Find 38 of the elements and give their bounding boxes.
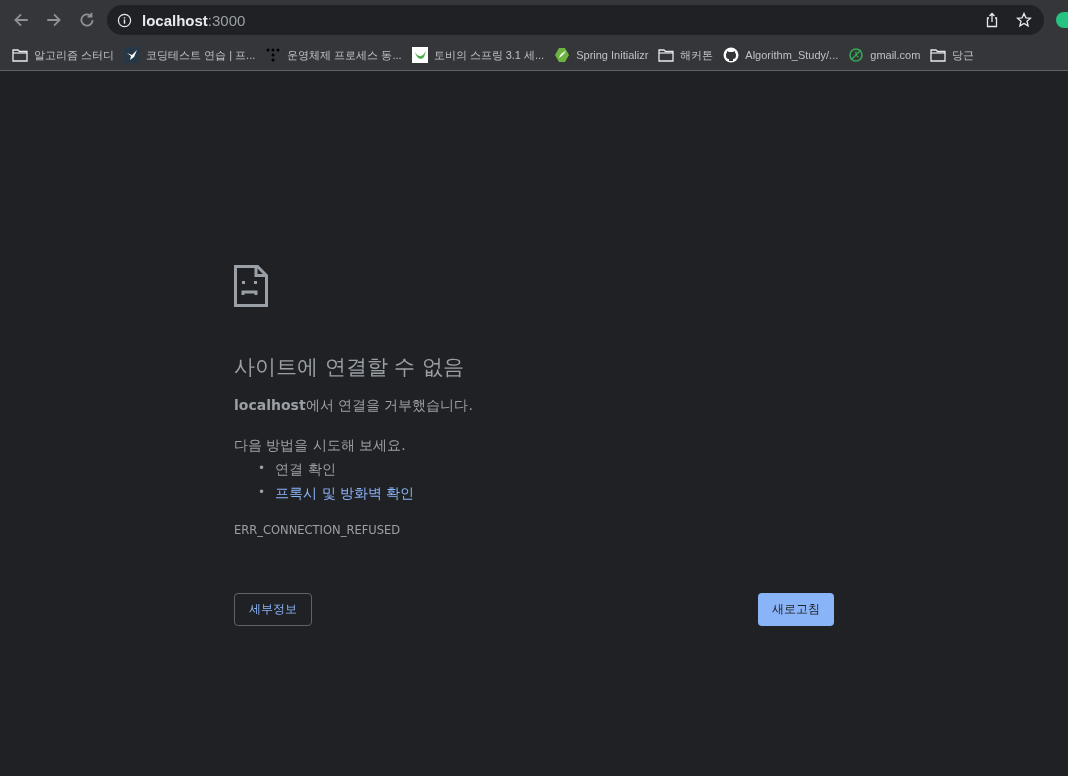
bookmark-item[interactable]: 당근 bbox=[930, 47, 975, 63]
bookmark-item[interactable]: 알고리즘 스터디 bbox=[12, 47, 115, 63]
suggestion-text: 연결 확인 bbox=[275, 461, 336, 479]
error-message: localhost에서 연결을 거부했습니다. bbox=[234, 397, 474, 415]
site-icon bbox=[554, 47, 571, 63]
bookmark-item[interactable]: 해커톤 bbox=[658, 47, 714, 63]
extension-icon[interactable] bbox=[1056, 12, 1068, 28]
share-icon[interactable] bbox=[984, 12, 1000, 28]
info-icon[interactable] bbox=[117, 12, 132, 28]
error-title: 사이트에 연결할 수 없음 bbox=[234, 354, 466, 381]
bookmark-item[interactable]: Algorithm_Study/... bbox=[723, 47, 839, 63]
details-button[interactable]: 세부정보 bbox=[234, 593, 312, 626]
site-icon bbox=[723, 47, 740, 63]
error-code: ERR_CONNECTION_REFUSED bbox=[234, 523, 402, 537]
bookmark-item[interactable]: gmail.com bbox=[848, 47, 921, 63]
url-text: localhost:3000 bbox=[142, 11, 246, 29]
bookmark-item[interactable]: Spring Initializr bbox=[554, 47, 649, 63]
site-icon bbox=[411, 47, 428, 63]
folder-icon bbox=[930, 47, 947, 63]
folder-icon bbox=[658, 47, 675, 63]
forward-icon[interactable] bbox=[45, 11, 63, 29]
bullet: • bbox=[258, 485, 266, 501]
reload-button[interactable]: 새로고침 bbox=[758, 593, 834, 626]
folder-icon bbox=[12, 47, 28, 63]
site-icon bbox=[124, 47, 141, 63]
star-icon[interactable] bbox=[1016, 12, 1032, 28]
bookmark-item[interactable]: 코딩테스트 연습 | 프... bbox=[124, 47, 256, 63]
back-icon[interactable] bbox=[12, 11, 30, 29]
bullet: • bbox=[258, 461, 266, 477]
bookmark-item[interactable]: 운영체제 프로세스 동... bbox=[265, 47, 402, 63]
suggestion-link[interactable]: 프록시 및 방화벽 확인 bbox=[275, 485, 415, 503]
site-icon bbox=[848, 47, 865, 63]
site-icon bbox=[265, 47, 282, 63]
sad-page-icon bbox=[234, 265, 268, 307]
address-bar[interactable]: localhost:3000 bbox=[107, 5, 1044, 35]
bookmark-item[interactable]: 토비의 스프링 3.1 세... bbox=[411, 47, 545, 63]
reload-icon[interactable] bbox=[78, 11, 96, 29]
suggestion-intro: 다음 방법을 시도해 보세요. bbox=[234, 437, 407, 455]
